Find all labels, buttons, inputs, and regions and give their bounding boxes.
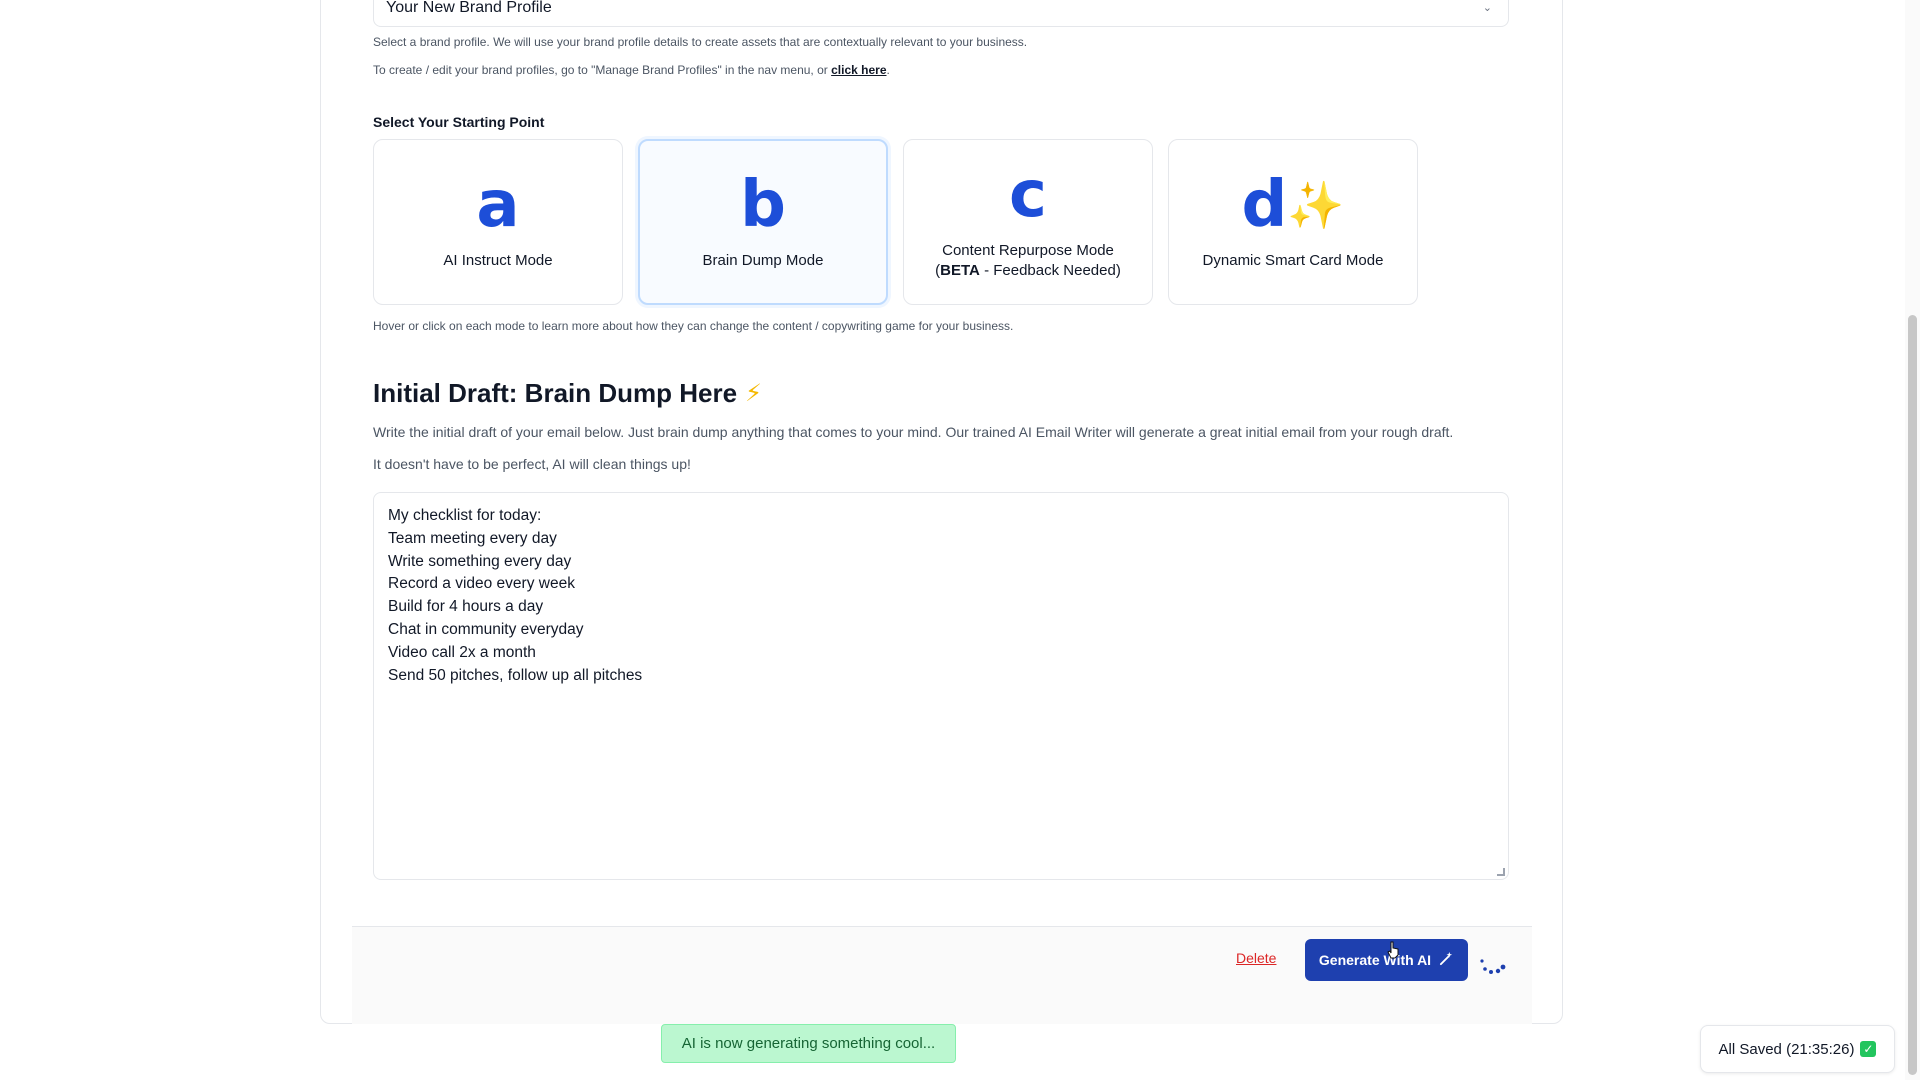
- brand-profile-manage-text: To create / edit your brand profiles, go…: [373, 63, 890, 77]
- draft-textarea[interactable]: My checklist for today: Team meeting eve…: [373, 492, 1509, 880]
- save-status: All Saved (21:35:26) ✓: [1700, 1025, 1895, 1073]
- mode-card-content-repurpose[interactable]: c Content Repurpose Mode (BETA - Feedbac…: [903, 139, 1153, 305]
- draft-line: My checklist for today:: [388, 507, 542, 524]
- beta-badge: BETA: [940, 262, 980, 279]
- chevron-down-icon: ⌄: [1482, 2, 1492, 14]
- mode-letter-c: c: [1009, 158, 1047, 232]
- draft-line: Video call 2x a month: [388, 643, 536, 661]
- save-status-text: All Saved (21:35:26): [1718, 1040, 1855, 1058]
- resize-handle-icon[interactable]: [1497, 868, 1505, 876]
- mode-card-ai-instruct[interactable]: a AI Instruct Mode: [373, 139, 623, 305]
- draft-line: Send 50 pitches, follow up all pitches: [388, 666, 643, 684]
- lightning-icon: ⚡: [745, 380, 762, 407]
- mode-hover-hint: Hover or click on each mode to learn mor…: [373, 319, 1014, 333]
- brand-profile-select[interactable]: Your New Brand Profile ⌄: [373, 0, 1509, 27]
- mode-letter-a: a: [476, 168, 520, 242]
- generating-toast: AI is now generating something cool...: [661, 1024, 956, 1063]
- brand-profile-value: Your New Brand Profile: [386, 0, 552, 16]
- loading-spinner-icon: [1480, 959, 1506, 974]
- mode-label: Content Repurpose Mode (BETA - Feedback …: [935, 242, 1121, 279]
- sparkle-icon: ✨: [1287, 179, 1345, 231]
- mode-label: AI Instruct Mode: [443, 252, 553, 269]
- mode-letter-d: d: [1241, 168, 1288, 242]
- delete-button[interactable]: Delete: [1236, 950, 1276, 966]
- wand-icon: [1439, 951, 1454, 969]
- click-here-link[interactable]: click here: [831, 63, 886, 77]
- mode-card-dynamic-smart-card[interactable]: d ✨ Dynamic Smart Card Mode: [1168, 139, 1418, 305]
- draft-description: Write the initial draft of your email be…: [373, 424, 1454, 440]
- draft-line: Team meeting every day: [388, 529, 557, 547]
- draft-line: Write something every day: [388, 552, 572, 570]
- mode-label: Brain Dump Mode: [702, 252, 824, 269]
- draft-note: It doesn't have to be perfect, AI will c…: [373, 456, 691, 472]
- draft-line: Record a video every week: [388, 575, 575, 593]
- draft-line: Chat in community everyday: [388, 620, 584, 638]
- scrollbar-thumb[interactable]: [1908, 315, 1917, 1075]
- draft-title: Initial Draft: Brain Dump Here ⚡: [373, 378, 762, 408]
- mode-card-brain-dump[interactable]: b Brain Dump Mode: [638, 139, 888, 305]
- mouse-cursor-icon: [1387, 941, 1399, 959]
- mode-label: Dynamic Smart Card Mode: [1202, 252, 1384, 269]
- starting-point-label: Select Your Starting Point: [373, 114, 545, 130]
- mode-letter-b: b: [740, 168, 786, 242]
- brand-profile-helper: Select a brand profile. We will use your…: [373, 35, 1028, 49]
- check-icon: ✓: [1860, 1041, 1877, 1057]
- draft-line: Build for 4 hours a day: [388, 598, 544, 616]
